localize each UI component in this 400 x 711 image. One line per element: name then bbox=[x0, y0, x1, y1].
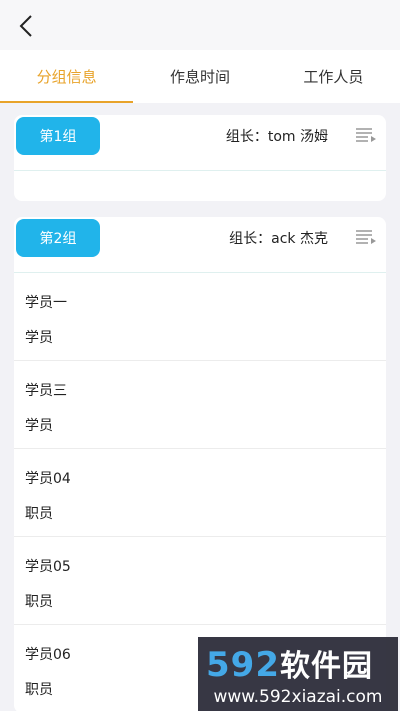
group-card-header: 第2组 组长：ack 杰克 bbox=[14, 217, 386, 273]
member-row[interactable]: 学员三 学员 bbox=[14, 361, 386, 449]
member-role: 职员 bbox=[25, 594, 53, 610]
site-watermark: 592软件园 www.592xiazai.com bbox=[198, 637, 398, 711]
watermark-brand-name: 软件园 bbox=[279, 649, 373, 684]
back-button[interactable] bbox=[14, 12, 38, 40]
member-row[interactable]: 学员05 职员 bbox=[14, 537, 386, 625]
watermark-brand-number: 592 bbox=[206, 645, 280, 685]
group-card-header: 第1组 组长：tom 汤姆 bbox=[14, 115, 386, 171]
tab-bar: 分组信息 作息时间 工作人员 bbox=[0, 50, 400, 103]
watermark-url: www.592xiazai.com bbox=[213, 687, 383, 707]
chevron-left-icon bbox=[19, 15, 32, 37]
member-role: 学员 bbox=[25, 418, 53, 434]
group-list: 第1组 组长：tom 汤姆 第2组 组长：ack 杰克 学员一 学员 学员三 学… bbox=[0, 103, 400, 711]
list-menu-icon[interactable] bbox=[356, 127, 376, 143]
tab-staff[interactable]: 工作人员 bbox=[267, 50, 400, 103]
member-name: 学员04 bbox=[25, 471, 71, 487]
top-bar bbox=[0, 0, 400, 50]
member-name: 学员三 bbox=[25, 383, 67, 399]
empty-member-area bbox=[14, 171, 386, 201]
tab-group-info[interactable]: 分组信息 bbox=[0, 50, 134, 103]
member-name: 学员06 bbox=[25, 647, 71, 663]
list-menu-icon[interactable] bbox=[356, 229, 376, 245]
watermark-logo: 592软件园 bbox=[206, 641, 373, 685]
group-leader: 组长：ack 杰克 bbox=[229, 231, 328, 247]
group-badge[interactable]: 第2组 bbox=[16, 219, 100, 257]
tab-schedule[interactable]: 作息时间 bbox=[133, 50, 266, 103]
group-leader: 组长：tom 汤姆 bbox=[225, 129, 328, 145]
member-name: 学员一 bbox=[25, 295, 67, 311]
member-role: 学员 bbox=[25, 330, 53, 346]
member-row[interactable]: 学员一 学员 bbox=[14, 273, 386, 361]
member-row[interactable]: 学员04 职员 bbox=[14, 449, 386, 537]
group-badge[interactable]: 第1组 bbox=[16, 117, 100, 155]
member-role: 职员 bbox=[25, 682, 53, 698]
member-name: 学员05 bbox=[25, 559, 71, 575]
group-card-1: 第1组 组长：tom 汤姆 bbox=[14, 115, 386, 201]
member-role: 职员 bbox=[25, 506, 53, 522]
